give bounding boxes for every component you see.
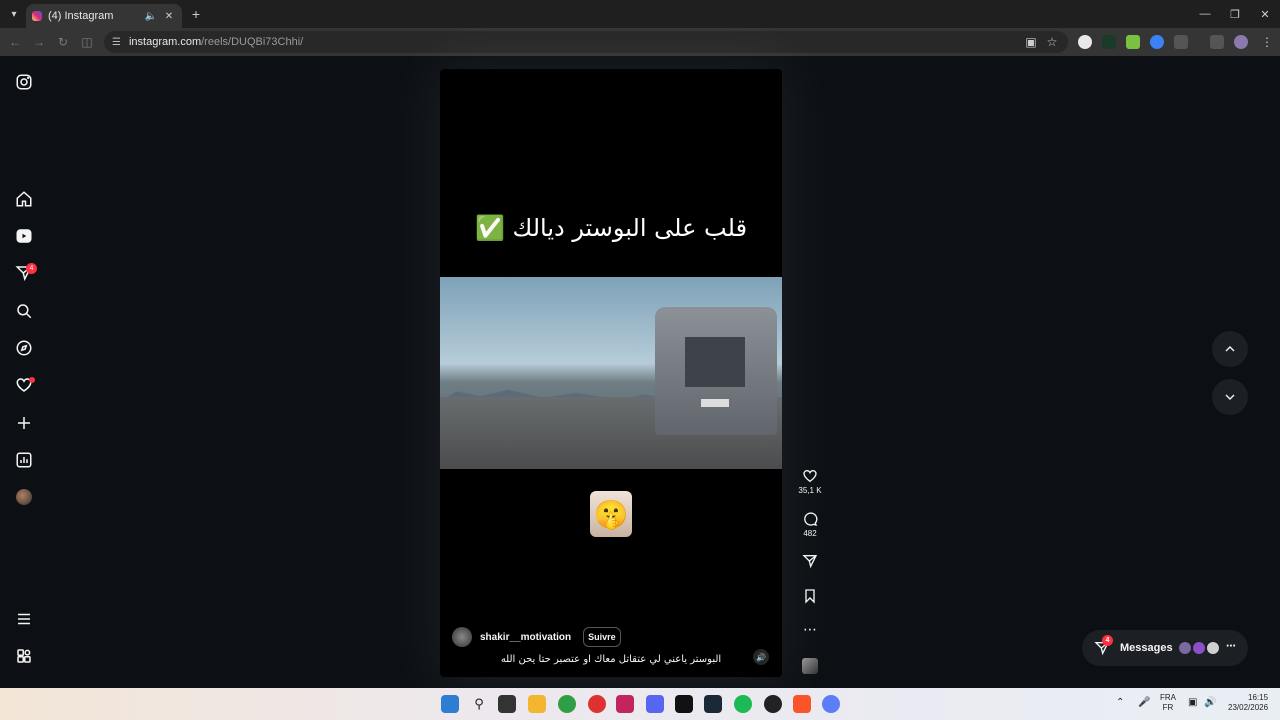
share-button[interactable] — [796, 553, 824, 571]
save-button[interactable] — [796, 588, 824, 606]
heart-icon — [803, 469, 817, 483]
reel-video-frame — [440, 277, 782, 469]
speaker-icon[interactable]: 🔈 — [144, 9, 158, 23]
browser-tab[interactable]: (4) Instagram 🔈 ✕ — [26, 4, 182, 28]
app-icon[interactable] — [675, 695, 693, 713]
search-icon[interactable] — [14, 301, 34, 321]
install-app-icon[interactable]: ▣ — [1022, 33, 1040, 51]
volume-tray-icon[interactable]: 🔊 — [1204, 698, 1216, 708]
microphone-icon[interactable]: 🎤 — [1138, 698, 1150, 708]
page-scrollbar[interactable] — [1270, 56, 1280, 688]
van-shape — [655, 307, 777, 435]
explore-compass-icon[interactable] — [14, 338, 34, 358]
back-arrow-icon[interactable]: ← — [6, 33, 24, 51]
steam-icon[interactable] — [704, 695, 722, 713]
maximize-button[interactable]: ❐ — [1220, 4, 1250, 24]
comment-count: 482 — [803, 529, 817, 538]
clock[interactable]: 16:15 23/02/2026 — [1228, 693, 1268, 713]
discord-icon[interactable] — [646, 695, 664, 713]
volume-icon[interactable]: 🔊 — [753, 649, 769, 665]
url-host: instagram.com — [128, 36, 202, 48]
home-icon[interactable] — [14, 189, 34, 209]
reel-caption[interactable]: البوستر ياعني لي عتقاتل معاك او عتصبر حت… — [440, 654, 782, 665]
taskbar-search-icon[interactable]: ⚲ — [470, 695, 488, 713]
reel-video-player[interactable]: قلب على البوستر ديالك ✅ 🤫 shakir__motiva… — [440, 69, 782, 677]
site-info-icon[interactable]: ☰ — [112, 37, 121, 48]
address-bar[interactable]: ☰ instagram.com /reels/DUQBi73Chhi/ — [104, 31, 1068, 53]
dashboard-chart-icon[interactable] — [14, 450, 34, 470]
chevron-up-icon — [1225, 346, 1235, 352]
messages-bar-badge: 4 — [1102, 635, 1113, 646]
follow-button[interactable]: Suivre — [583, 627, 621, 647]
app-icon[interactable] — [616, 695, 634, 713]
tab-title: (4) Instagram — [48, 10, 114, 22]
reel-author: shakir__motivation Suivre — [452, 627, 621, 647]
extension-icon[interactable] — [1078, 35, 1092, 49]
like-button[interactable]: 35,1 K — [796, 468, 824, 495]
notification-dot — [29, 377, 35, 383]
file-explorer-icon[interactable] — [528, 695, 546, 713]
browser-toolbar: ← → ↻ ◫ ☰ instagram.com /reels/DUQBi73Ch… — [0, 28, 1280, 56]
extension-icon[interactable] — [1102, 35, 1116, 49]
browser-menu-icon[interactable]: ⋮ — [1258, 33, 1276, 51]
app-icon[interactable] — [588, 695, 606, 713]
author-username[interactable]: shakir__motivation — [480, 632, 571, 643]
profile-avatar[interactable] — [14, 487, 34, 507]
reel-overlay-text: قلب على البوستر ديالك ✅ — [474, 214, 748, 242]
send-icon — [802, 555, 818, 569]
comment-button[interactable]: 482 — [796, 511, 824, 538]
reload-icon[interactable]: ↻ — [54, 33, 72, 51]
minimize-button[interactable]: — — [1190, 4, 1220, 24]
close-tab-icon[interactable]: ✕ — [162, 9, 176, 23]
reels-icon[interactable] — [14, 226, 34, 246]
comment-bubble-icon — [804, 512, 818, 526]
next-reel-button[interactable] — [1212, 379, 1248, 415]
task-view-icon[interactable] — [498, 695, 516, 713]
start-windows-icon[interactable] — [441, 695, 459, 713]
forward-arrow-icon[interactable]: → — [30, 33, 48, 51]
also-from-meta-icon[interactable] — [14, 646, 34, 666]
bookmark-star-icon[interactable]: ☆ — [1043, 33, 1061, 51]
messages-bar[interactable]: Messages 4 ⋯ — [1082, 630, 1248, 666]
spotify-icon[interactable] — [734, 695, 752, 713]
extension-icon[interactable] — [1150, 35, 1164, 49]
bookmark-icon — [805, 589, 815, 604]
instagram-page: 4 قلب على البوستر ديالك ✅ 🤫 shakir__moti… — [0, 56, 1280, 688]
settings-gear-icon[interactable] — [822, 695, 840, 713]
language-indicator[interactable]: FRA FR — [1160, 693, 1176, 713]
shush-emoji: 🤫 — [590, 491, 632, 537]
close-window-button[interactable]: ✕ — [1250, 4, 1280, 24]
reading-list-icon[interactable] — [1210, 35, 1224, 49]
instagram-favicon-icon — [32, 11, 42, 21]
author-avatar[interactable] — [452, 627, 472, 647]
more-menu-icon[interactable] — [14, 609, 34, 629]
new-tab-button[interactable]: + — [188, 6, 204, 22]
messages-label: Messages — [1120, 642, 1173, 654]
windows-taskbar: ⚲ ⌃ 🎤 FRA FR ▣ 🔊 16:15 23/02/2026 — [0, 688, 1280, 720]
more-contacts-icon: ⋯ — [1226, 641, 1236, 652]
like-count: 35,1 K — [798, 486, 822, 495]
previous-reel-button[interactable] — [1212, 331, 1248, 367]
chevron-down-icon — [1225, 394, 1235, 400]
tray-chevron-up-icon[interactable]: ⌃ — [1116, 698, 1124, 708]
brave-icon[interactable] — [793, 695, 811, 713]
create-plus-icon[interactable] — [14, 413, 34, 433]
split-view-icon[interactable]: ◫ — [78, 33, 96, 51]
contact-avatar — [1178, 641, 1192, 655]
audio-thumbnail[interactable] — [796, 658, 824, 674]
url-path: /reels/DUQBi73Chhi/ — [201, 36, 304, 48]
contact-avatar — [1192, 641, 1206, 655]
extension-icon[interactable] — [1126, 35, 1140, 49]
messages-badge: 4 — [26, 263, 37, 274]
more-options-icon[interactable]: ⋯ — [796, 621, 824, 638]
browser-tab-strip: ▾ (4) Instagram 🔈 ✕ + — ❐ ✕ — [0, 0, 1280, 28]
instagram-logo-icon[interactable] — [14, 72, 34, 92]
profile-avatar[interactable] — [1234, 35, 1248, 49]
app-icon[interactable] — [764, 695, 782, 713]
chrome-icon[interactable] — [558, 695, 576, 713]
contact-avatar — [1206, 641, 1220, 655]
extensions-puzzle-icon[interactable] — [1174, 35, 1188, 49]
tab-search-icon[interactable]: ▾ — [6, 6, 22, 22]
network-icon[interactable]: ▣ — [1188, 698, 1197, 708]
